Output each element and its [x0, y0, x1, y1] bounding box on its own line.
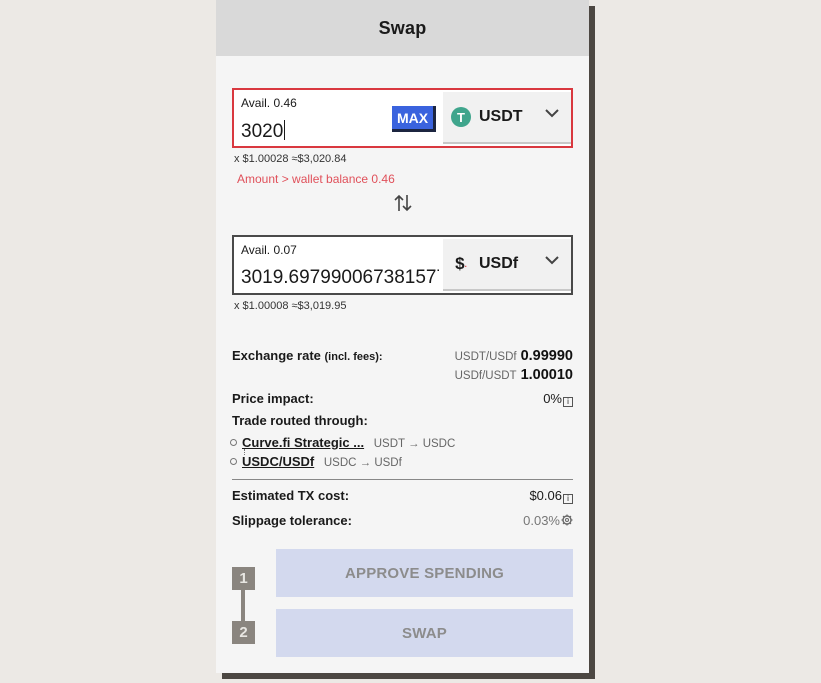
from-amount-area[interactable]: Avail. 0.46 3020 MAX — [234, 90, 443, 146]
rate1-value: 0.99990 — [520, 348, 573, 364]
routed-label: Trade routed through: — [232, 413, 368, 428]
slippage-row: Slippage tolerance: 0.03% — [232, 513, 573, 528]
rate2-value: 1.00010 — [520, 367, 573, 383]
price-impact-value: 0% — [543, 391, 562, 406]
to-available-balance: Avail. 0.07 — [241, 243, 297, 257]
chevron-down-icon — [545, 109, 559, 118]
gear-icon[interactable] — [561, 514, 573, 526]
divider — [232, 479, 573, 480]
route-link[interactable]: USDC/USDf — [242, 454, 314, 469]
routed-label-row: Trade routed through: — [232, 413, 573, 428]
from-token-select[interactable]: T USDT — [443, 92, 571, 144]
tx-cost-label: Estimated TX cost: — [232, 488, 350, 503]
swap-card: Swap Avail. 0.46 3020 MAX T USDT x $1.00… — [216, 0, 589, 673]
route-item: Curve.fi Strategic ... USDT → USDC — [230, 435, 456, 450]
tx-cost-row: Estimated TX cost: $0.06 i — [232, 488, 573, 504]
balance-warning: Amount > wallet balance 0.46 — [237, 172, 395, 186]
tether-icon: T — [451, 107, 471, 127]
route-path: USDC → USDf — [323, 457, 402, 469]
chevron-down-icon — [545, 256, 559, 265]
slippage-value: 0.03% — [523, 513, 560, 528]
switch-direction-icon[interactable] — [392, 192, 414, 220]
rate2-pair: USDf/USDT — [454, 370, 517, 382]
tx-cost-value: $0.06 — [529, 488, 562, 503]
text-cursor — [284, 120, 286, 140]
route-path: USDT → USDC — [373, 438, 456, 450]
route-link[interactable]: Curve.fi Strategic ... — [242, 435, 364, 450]
approve-spending-button[interactable]: APPROVE SPENDING — [276, 549, 573, 597]
exchange-rate-row: Exchange rate (incl. fees): USDT/USDf 0.9… — [232, 348, 573, 383]
info-icon[interactable]: i — [563, 397, 573, 407]
info-icon[interactable]: i — [563, 494, 573, 504]
rate1-pair: USDT/USDf — [454, 351, 517, 363]
swap-button[interactable]: SWAP — [276, 609, 573, 657]
slippage-label: Slippage tolerance: — [232, 513, 352, 528]
to-token-name: USDf — [479, 255, 519, 272]
usdf-icon: $. — [455, 254, 467, 273]
route-dot-icon — [230, 439, 237, 446]
page-title: Swap — [216, 0, 589, 56]
price-impact-label: Price impact: — [232, 391, 314, 406]
route-item: USDC/USDf USDC → USDf — [230, 454, 402, 469]
to-token-box: Avail. 0.07 3019.697990067381577 $. USDf — [232, 235, 573, 295]
from-token-name: USDT — [479, 108, 523, 125]
exchange-rate-sub: (incl. fees): — [324, 351, 383, 363]
from-price-line: x $1.00028 ≈$3,020.84 — [234, 153, 347, 165]
step-1-badge: 1 — [232, 567, 255, 590]
to-amount-area[interactable]: Avail. 0.07 3019.697990067381577 — [234, 237, 443, 293]
price-impact-row: Price impact: 0% i — [232, 391, 573, 407]
route-dot-icon — [230, 458, 237, 465]
to-price-line: x $1.00008 ≈$3,019.95 — [234, 300, 347, 312]
from-available-balance: Avail. 0.46 — [241, 96, 297, 110]
step-2-badge: 2 — [232, 621, 255, 644]
exchange-rate-label: Exchange rate — [232, 348, 321, 363]
step-connector — [241, 589, 245, 623]
to-token-select[interactable]: $. USDf — [443, 239, 571, 291]
max-button[interactable]: MAX — [392, 106, 436, 132]
to-amount-input[interactable]: 3019.697990067381577 — [241, 267, 439, 289]
from-token-box: Avail. 0.46 3020 MAX T USDT — [232, 88, 573, 148]
swap-arrows-icon — [394, 194, 412, 212]
